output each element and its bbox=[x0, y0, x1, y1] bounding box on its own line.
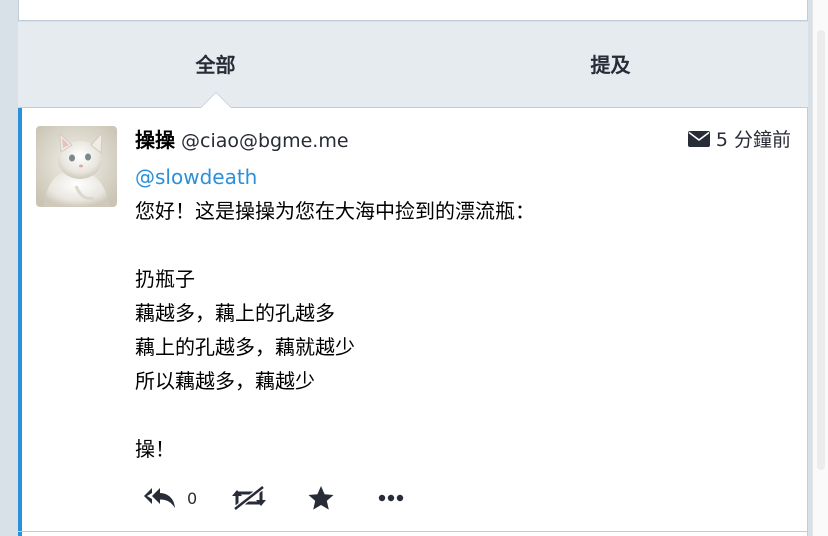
display-name-text[interactable]: 操操 bbox=[135, 128, 175, 152]
previous-card bbox=[18, 0, 808, 21]
status-card[interactable]: 操操 @ciao@bgme.me 5 分鐘前 @slowdeath 您好！这是操操… bbox=[18, 108, 808, 536]
author-display-name[interactable]: 操操 @ciao@bgme.me bbox=[135, 126, 349, 155]
author-handle[interactable]: @ciao@bgme.me bbox=[181, 130, 349, 152]
tab-mentions[interactable]: 提及 bbox=[413, 22, 808, 108]
content-line: 所以藕越多，藕越少 bbox=[135, 369, 315, 393]
ellipsis-icon bbox=[378, 494, 404, 502]
star-icon bbox=[308, 486, 334, 510]
more-options-button[interactable] bbox=[377, 481, 405, 515]
scrollbar-thumb[interactable] bbox=[817, 30, 825, 470]
cat-avatar-image bbox=[36, 126, 117, 207]
content-line: 扔瓶子 bbox=[135, 267, 195, 291]
content-line: 藕越多，藕上的孔越多 bbox=[135, 301, 335, 325]
status-divider bbox=[18, 531, 808, 532]
boost-disabled-icon bbox=[232, 485, 266, 511]
reply-all-button[interactable]: 0 bbox=[143, 481, 197, 515]
boost-button-disabled[interactable] bbox=[231, 481, 267, 515]
status-action-bar: 0 bbox=[135, 481, 535, 515]
status-content: @slowdeath 您好！这是操操为您在大海中捡到的漂流瓶： 扔瓶子 藕越多，… bbox=[135, 160, 785, 466]
timestamp-text[interactable]: 5 分鐘前 bbox=[716, 129, 791, 151]
envelope-icon bbox=[687, 127, 710, 155]
status-timestamp[interactable]: 5 分鐘前 bbox=[687, 126, 791, 155]
active-tab-indicator-fill bbox=[201, 93, 231, 108]
content-line: 您好！这是操操为您在大海中捡到的漂流瓶： bbox=[135, 199, 535, 223]
content-line: 操！ bbox=[135, 437, 175, 461]
notification-tabs: 全部 提及 bbox=[18, 22, 808, 108]
reply-count: 0 bbox=[187, 488, 198, 508]
favourite-button[interactable] bbox=[307, 481, 335, 515]
scrollbar[interactable] bbox=[812, 0, 828, 536]
content-line: 藕上的孔越多，藕就越少 bbox=[135, 335, 355, 359]
reply-all-icon bbox=[144, 488, 175, 508]
avatar[interactable] bbox=[36, 126, 117, 207]
mention-link[interactable]: @slowdeath bbox=[135, 165, 257, 189]
